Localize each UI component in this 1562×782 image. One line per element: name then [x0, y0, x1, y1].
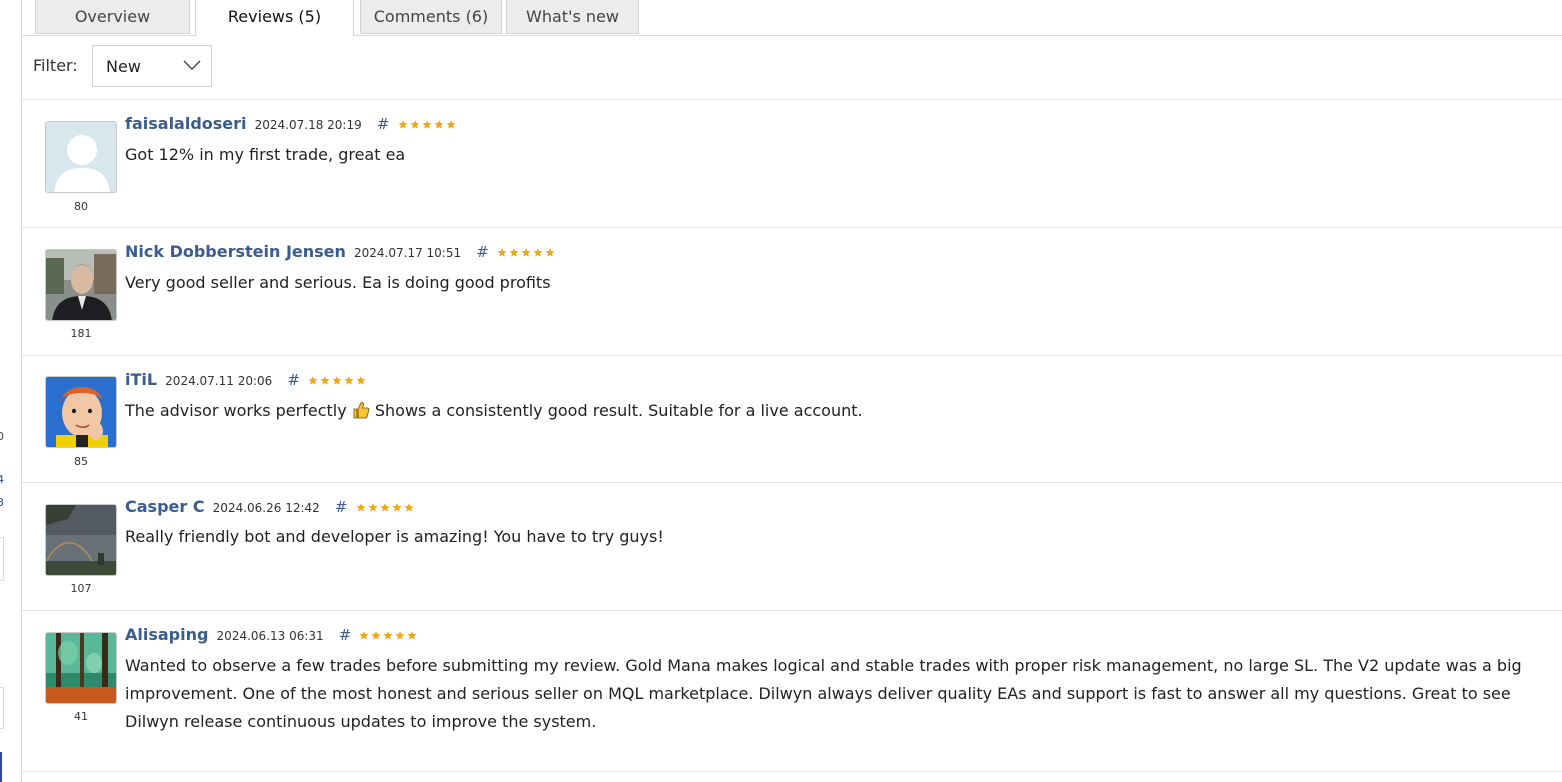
- user-avatar[interactable]: [45, 121, 117, 193]
- user-avatar[interactable]: [45, 632, 117, 704]
- review-item: 181 Nick Dobberstein Jensen 2024.07.17 1…: [22, 228, 1562, 356]
- star-icon: [422, 120, 431, 129]
- review-permalink[interactable]: #: [377, 115, 390, 133]
- star-icon: [395, 631, 405, 640]
- filter-label: Filter:: [33, 56, 78, 75]
- user-rating: 80: [74, 200, 88, 213]
- review-text: Very good seller and serious. Ea is doin…: [125, 273, 551, 292]
- star-icon: [383, 631, 393, 640]
- rainbow-sky-photo: [46, 505, 116, 575]
- review-permalink[interactable]: #: [335, 498, 348, 516]
- star-rating: [308, 371, 368, 390]
- review-permalink[interactable]: #: [339, 626, 352, 644]
- user-rating: 107: [70, 582, 92, 595]
- review-username[interactable]: Nick Dobberstein Jensen: [125, 242, 346, 261]
- star-icon: [446, 120, 455, 129]
- star-icon: [356, 376, 366, 385]
- review-text-part: Shows a consistently good result. Suitab…: [374, 401, 863, 420]
- star-rating: [356, 498, 416, 517]
- star-icon: [497, 248, 507, 257]
- star-icon: [410, 120, 419, 129]
- review-permalink[interactable]: #: [287, 371, 300, 389]
- sidebar-clipped-text: 0: [0, 430, 4, 443]
- tab-whats-new[interactable]: What's new: [506, 0, 639, 34]
- star-icon: [332, 376, 342, 385]
- star-icon: [407, 631, 417, 640]
- user-avatar[interactable]: [45, 504, 117, 576]
- thumbs-up-icon: [353, 402, 370, 419]
- cartoon-portrait: [46, 377, 116, 447]
- forest-photo: [46, 633, 116, 703]
- sidebar-clipped-link[interactable]: 4: [0, 473, 4, 486]
- sidebar-clipped-box: [0, 687, 4, 729]
- sidebar-clipped-button[interactable]: [0, 752, 2, 782]
- tab-reviews[interactable]: Reviews (5): [195, 0, 354, 36]
- star-icon: [398, 120, 407, 129]
- user-avatar[interactable]: [45, 376, 117, 448]
- review-date: 2024.06.13 06:31: [216, 629, 324, 643]
- review-date: 2024.07.11 20:06: [165, 374, 273, 388]
- filter-select[interactable]: New: [92, 45, 212, 87]
- review-item: 85 iTiL 2024.07.11 20:06 # The advisor w…: [22, 356, 1562, 483]
- left-sidebar-clipped: 0 4 3: [0, 0, 22, 782]
- review-text: Got 12% in my first trade, great ea: [125, 145, 406, 164]
- star-icon: [368, 503, 378, 512]
- tab-comments[interactable]: Comments (6): [360, 0, 502, 34]
- filter-selected-value: New: [106, 57, 141, 76]
- default-user-icon: [46, 122, 116, 192]
- star-icon: [434, 120, 443, 129]
- tab-bar: Overview Reviews (5) Comments (6) What's…: [22, 0, 1562, 36]
- star-rating: [497, 243, 557, 262]
- star-rating: [398, 115, 458, 134]
- star-icon: [356, 503, 366, 512]
- portrait-photo: [46, 250, 116, 320]
- review-permalink[interactable]: #: [476, 243, 489, 261]
- star-icon: [533, 248, 543, 257]
- review-text-part: The advisor works perfectly: [125, 401, 347, 420]
- star-icon: [509, 248, 519, 257]
- star-icon: [521, 248, 531, 257]
- star-icon: [371, 631, 381, 640]
- user-avatar[interactable]: [45, 249, 117, 321]
- user-rating: 181: [70, 327, 92, 340]
- sidebar-clipped-box: [0, 537, 4, 581]
- star-icon: [359, 631, 369, 640]
- star-rating: [359, 626, 419, 645]
- review-item: 80 faisalaldoseri 2024.07.18 20:19 # Got…: [22, 100, 1562, 228]
- star-icon: [545, 248, 555, 257]
- star-icon: [380, 503, 390, 512]
- review-text: Wanted to observe a few trades before su…: [125, 656, 1522, 731]
- review-username[interactable]: faisalaldoseri: [125, 114, 247, 133]
- review-item: 41 Alisaping 2024.06.13 06:31 # Wanted t…: [22, 611, 1562, 772]
- review-date: 2024.06.26 12:42: [212, 501, 320, 515]
- user-rating: 41: [74, 710, 88, 723]
- review-text: The advisor works perfectly Shows a cons…: [125, 397, 1540, 425]
- tab-overview[interactable]: Overview: [35, 0, 190, 34]
- star-icon: [404, 503, 414, 512]
- review-item: 107 Casper C 2024.06.26 12:42 # Really f…: [22, 483, 1562, 611]
- review-date: 2024.07.17 10:51: [354, 246, 462, 260]
- chevron-down-icon: [183, 60, 201, 70]
- review-username[interactable]: Alisaping: [125, 625, 208, 644]
- review-username[interactable]: Casper C: [125, 497, 205, 516]
- review-username[interactable]: iTiL: [125, 370, 157, 389]
- star-icon: [320, 376, 330, 385]
- review-date: 2024.07.18 20:19: [254, 118, 362, 132]
- star-icon: [344, 376, 354, 385]
- star-icon: [392, 503, 402, 512]
- user-rating: 85: [74, 455, 88, 468]
- filter-bar: Filter: New: [22, 36, 1562, 100]
- review-text: Really friendly bot and developer is ama…: [125, 527, 664, 546]
- star-icon: [308, 376, 318, 385]
- sidebar-clipped-link[interactable]: 3: [0, 496, 4, 509]
